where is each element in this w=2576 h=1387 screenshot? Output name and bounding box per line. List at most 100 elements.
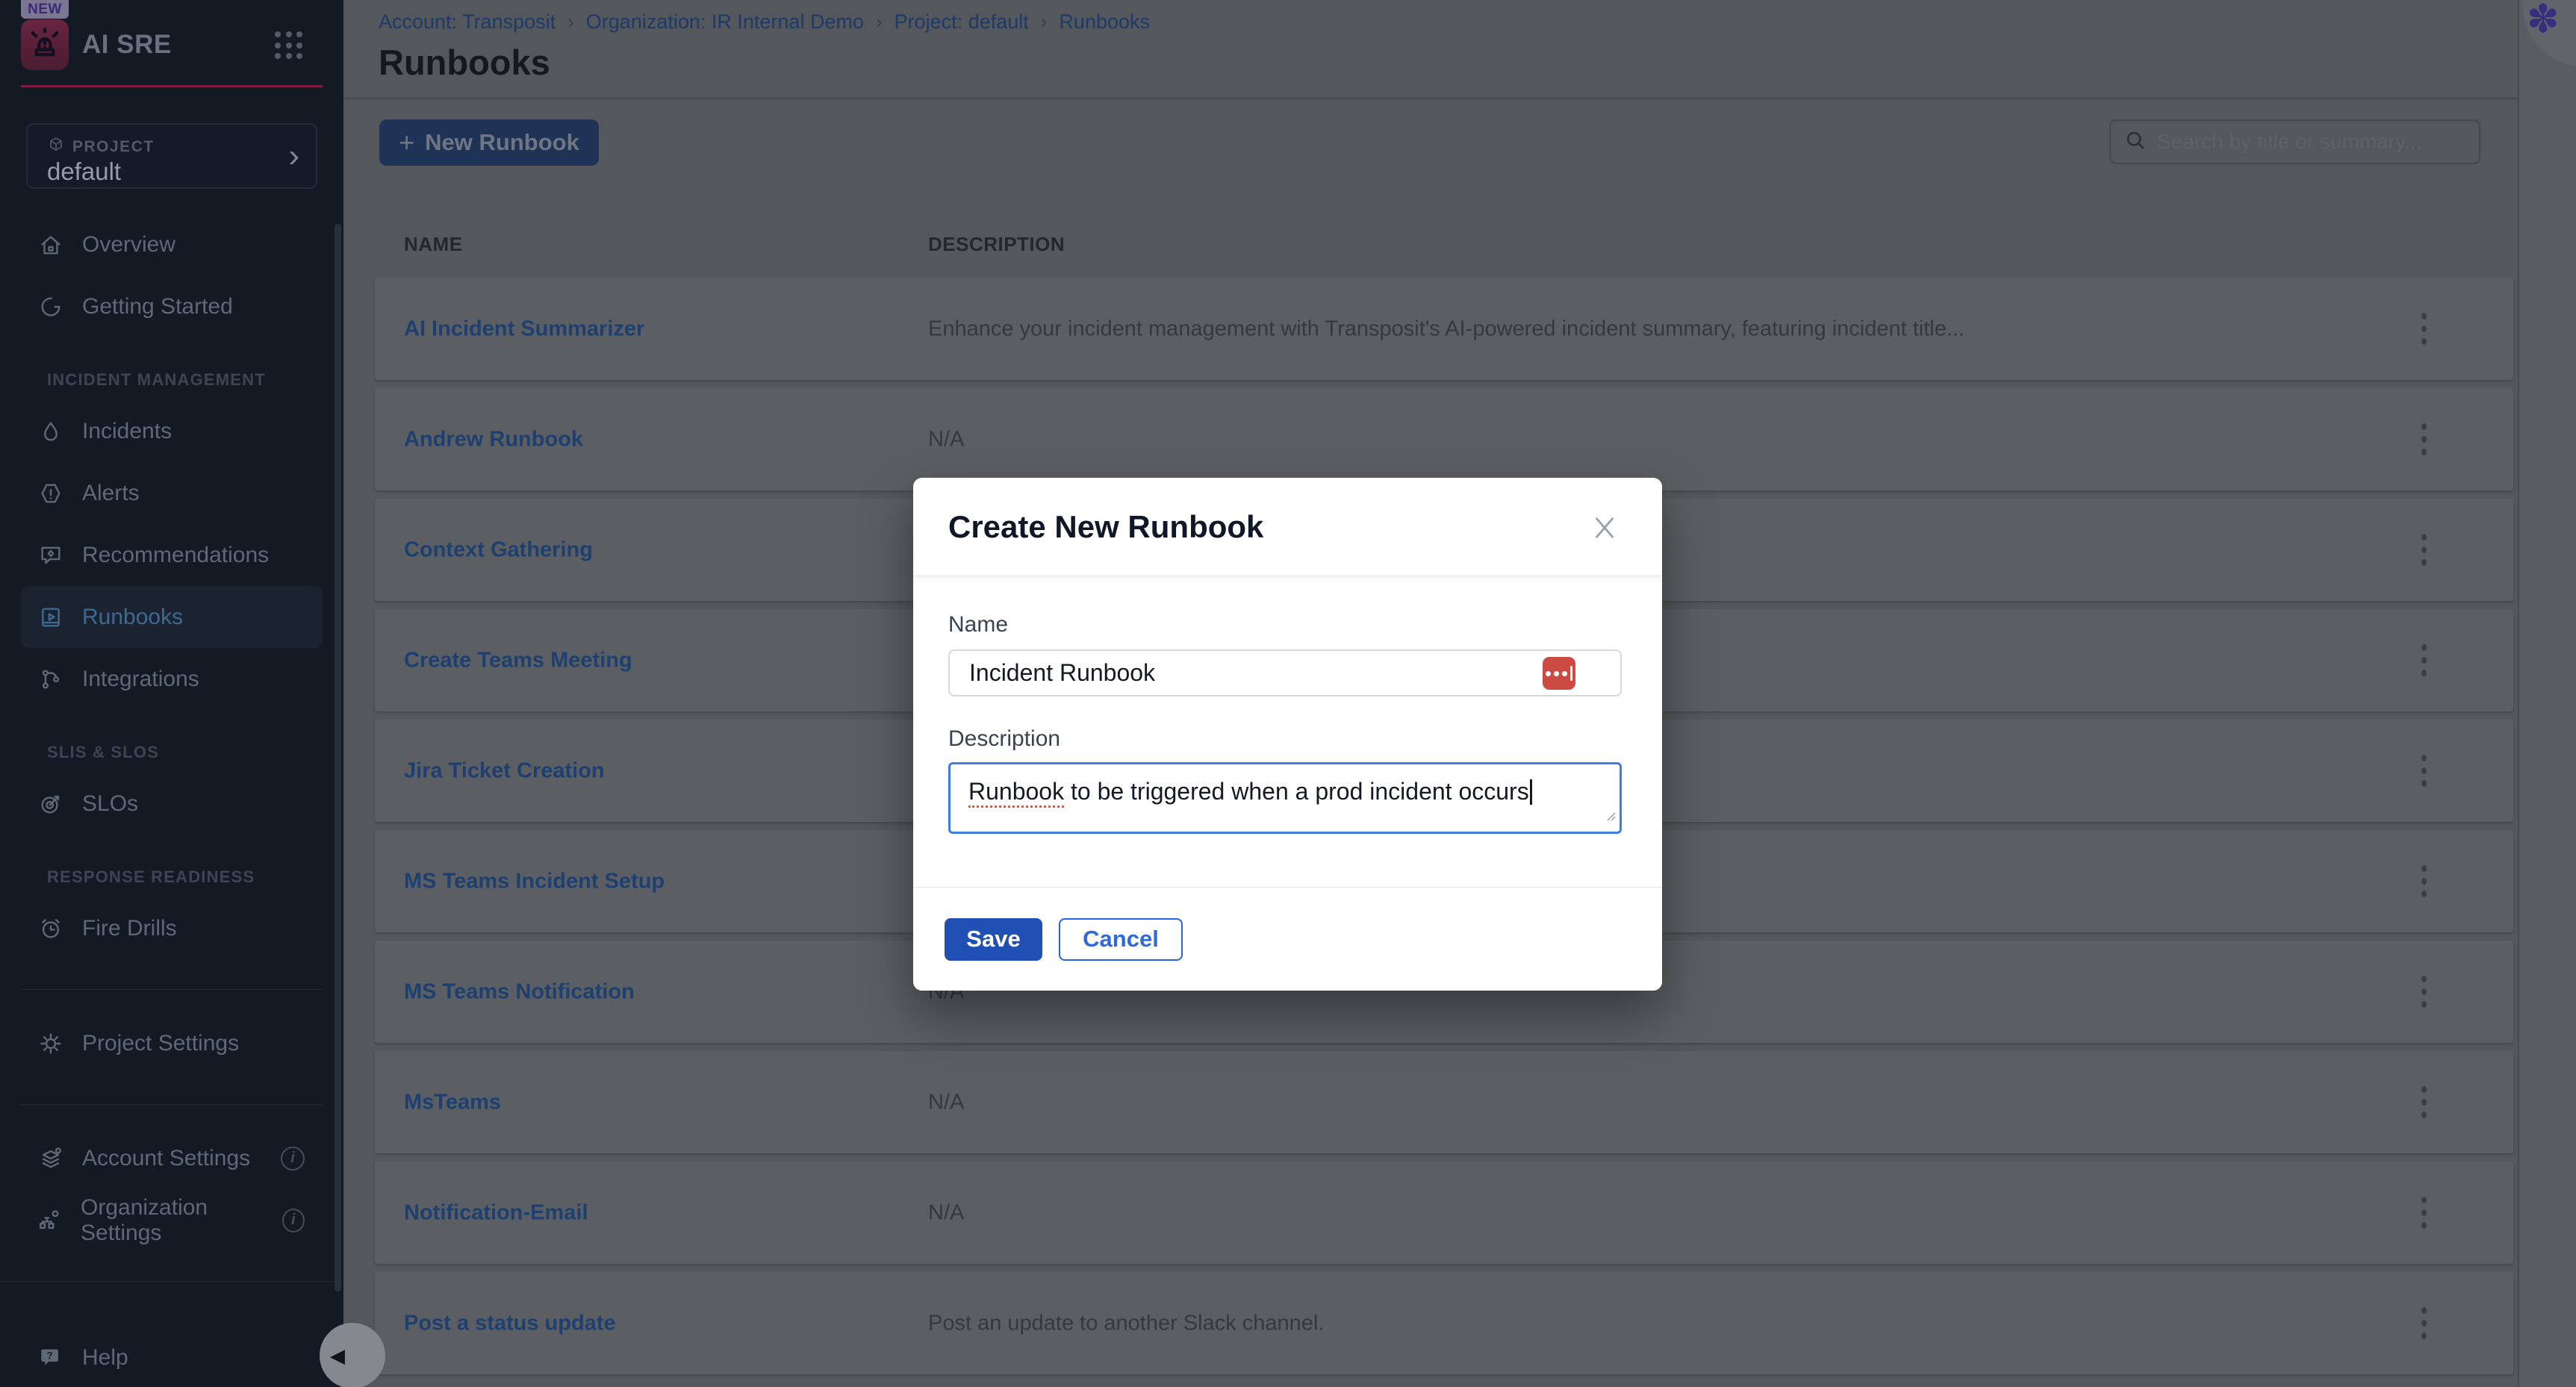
sidebar-item-label: Help (82, 1345, 128, 1371)
search-input[interactable] (2157, 130, 2465, 154)
sidebar-item-label: Integrations (82, 667, 199, 692)
row-menu-kebab-icon[interactable] (2409, 968, 2439, 1016)
runbook-name-link[interactable]: Create Teams Meeting (404, 648, 632, 673)
project-selector[interactable]: PROJECT default › (26, 123, 317, 189)
table-row: Notification-EmailN/A (375, 1162, 2513, 1264)
new-runbook-button[interactable]: + New Runbook (379, 119, 599, 166)
column-header-name: NAME (404, 233, 463, 256)
info-icon[interactable]: i (282, 1209, 305, 1232)
sidebar-item-help[interactable]: ? Help (0, 1327, 343, 1387)
row-menu-kebab-icon[interactable] (2409, 637, 2439, 685)
modal-footer: Save Cancel (913, 887, 1662, 991)
breadcrumb-link-organization-ir-internal-demo[interactable]: Organization: IR Internal Demo (586, 10, 864, 34)
column-header-description: DESCRIPTION (928, 233, 1065, 256)
sidebar-item-account-settings[interactable]: Account Settingsi (0, 1127, 343, 1189)
sidebar-item-runbooks[interactable]: Runbooks (21, 586, 323, 648)
sidebar-item-label: SLOs (82, 791, 138, 817)
sidebar-item-label: Overview (82, 232, 175, 258)
plus-icon: + (399, 127, 414, 158)
modal-header: Create New Runbook (913, 478, 1662, 576)
sidebar-scrollbar[interactable] (335, 224, 341, 1291)
sidebar-item-alerts[interactable]: Alerts (0, 462, 343, 524)
svg-text:?: ? (46, 1350, 52, 1361)
password-manager-autofill-icon[interactable] (1543, 657, 1575, 690)
runbook-name-link[interactable]: Context Gathering (404, 537, 593, 562)
project-value: default (47, 158, 121, 186)
runbook-name-link[interactable]: AI Incident Summarizer (404, 317, 644, 341)
sidebar-section-incident-management: INCIDENT MANAGEMENT (0, 355, 343, 400)
page-title: Runbooks (379, 42, 550, 83)
runbook-name-link[interactable]: MS Teams Notification (404, 979, 635, 1004)
row-menu-kebab-icon[interactable] (2409, 1079, 2439, 1126)
runbook-name-link[interactable]: Post a status update (404, 1311, 616, 1335)
sidebar-item-recommendations[interactable]: Recommendations (0, 524, 343, 586)
breadcrumb-link-project-default[interactable]: Project: default (895, 10, 1029, 34)
home-icon (37, 231, 64, 258)
row-menu-kebab-icon[interactable] (2409, 858, 2439, 906)
modal-title: Create New Runbook (948, 509, 1263, 545)
runbook-name-link[interactable]: MsTeams (404, 1090, 501, 1115)
runbook-name-link[interactable]: Notification-Email (404, 1200, 588, 1225)
breadcrumb-link-account-transposit[interactable]: Account: Transposit (379, 10, 556, 34)
description-label: Description (948, 726, 1627, 752)
sidebar-item-slos[interactable]: SLOs (0, 773, 343, 835)
fire-drill-clock-icon (37, 915, 64, 942)
row-menu-kebab-icon[interactable] (2409, 526, 2439, 574)
page-scrollbar[interactable] (2519, 0, 2576, 1387)
sidebar-item-integrations[interactable]: Integrations (0, 648, 343, 710)
description-text-first-word: Runbook (968, 778, 1064, 808)
alert-icon (37, 480, 64, 507)
sidebar-item-organization-settings[interactable]: Organization Settingsi (0, 1189, 343, 1251)
header-divider (343, 98, 2518, 99)
runbook-name-link[interactable]: Jira Ticket Creation (404, 758, 605, 783)
slo-target-icon (37, 791, 64, 817)
runbook-name-link[interactable]: MS Teams Incident Setup (404, 869, 665, 894)
sidebar-collapse-handle[interactable]: ◀ (320, 1323, 385, 1387)
runbook-name-input[interactable] (948, 649, 1622, 696)
sidebar-item-label: Project Settings (82, 1031, 239, 1056)
sidebar-divider (21, 989, 323, 990)
sidebar-item-incidents[interactable]: Incidents (0, 400, 343, 462)
breadcrumb: Account: Transposit › Organization: IR Int… (379, 10, 1150, 34)
siren-icon (25, 24, 64, 66)
incident-icon (37, 418, 64, 445)
runbook-description: Post an update to another Slack channel. (928, 1311, 1324, 1335)
row-menu-kebab-icon[interactable] (2409, 747, 2439, 795)
row-menu-kebab-icon[interactable] (2409, 1189, 2439, 1237)
sidebar-item-project-settings[interactable]: Project Settings (0, 1012, 343, 1074)
app-switcher-grid-icon[interactable] (275, 31, 303, 60)
sidebar-item-overview[interactable]: Overview (0, 213, 343, 275)
sidebar-divider (0, 1281, 343, 1282)
runbook-name-link[interactable]: Andrew Runbook (404, 427, 583, 452)
row-menu-kebab-icon[interactable] (2409, 1300, 2439, 1347)
breadcrumb-separator: › (876, 10, 883, 34)
sidebar-section-slis-slos: SLIS & SLOS (0, 728, 343, 773)
runbook-description-textarea[interactable]: Runbook to be triggered when a prod inci… (948, 762, 1622, 834)
close-icon[interactable] (1589, 512, 1620, 543)
recommendations-icon (37, 542, 64, 569)
integrations-icon (37, 666, 64, 693)
sidebar-item-label: Incidents (82, 419, 172, 444)
sidebar-item-label: Fire Drills (82, 916, 177, 941)
description-text: to be triggered when a prod incident occ… (1064, 778, 1529, 805)
runbook-description: N/A (928, 1090, 964, 1115)
sidebar-item-label: Runbooks (82, 605, 183, 630)
save-button[interactable]: Save (945, 918, 1042, 961)
app-logo[interactable] (21, 19, 69, 70)
sidebar-item-fire-drills[interactable]: Fire Drills (0, 897, 343, 959)
sidebar: NEW AI SRE PRO (0, 0, 343, 1387)
row-menu-kebab-icon[interactable] (2409, 305, 2439, 353)
info-icon[interactable]: i (281, 1147, 305, 1171)
organization-settings-icon (37, 1207, 63, 1234)
account-settings-icon (37, 1145, 64, 1172)
breadcrumb-link-runbooks[interactable]: Runbooks (1059, 10, 1150, 34)
textarea-resize-handle[interactable] (1603, 799, 1617, 829)
sidebar-item-getting-started[interactable]: Getting Started (0, 275, 343, 337)
sidebar-item-label: Getting Started (82, 294, 233, 320)
search-box (2109, 119, 2480, 164)
cancel-button[interactable]: Cancel (1059, 918, 1183, 961)
app-name: AI SRE (82, 30, 172, 60)
project-label: PROJECT (72, 138, 155, 156)
breadcrumb-separator: › (567, 10, 574, 34)
row-menu-kebab-icon[interactable] (2409, 416, 2439, 464)
